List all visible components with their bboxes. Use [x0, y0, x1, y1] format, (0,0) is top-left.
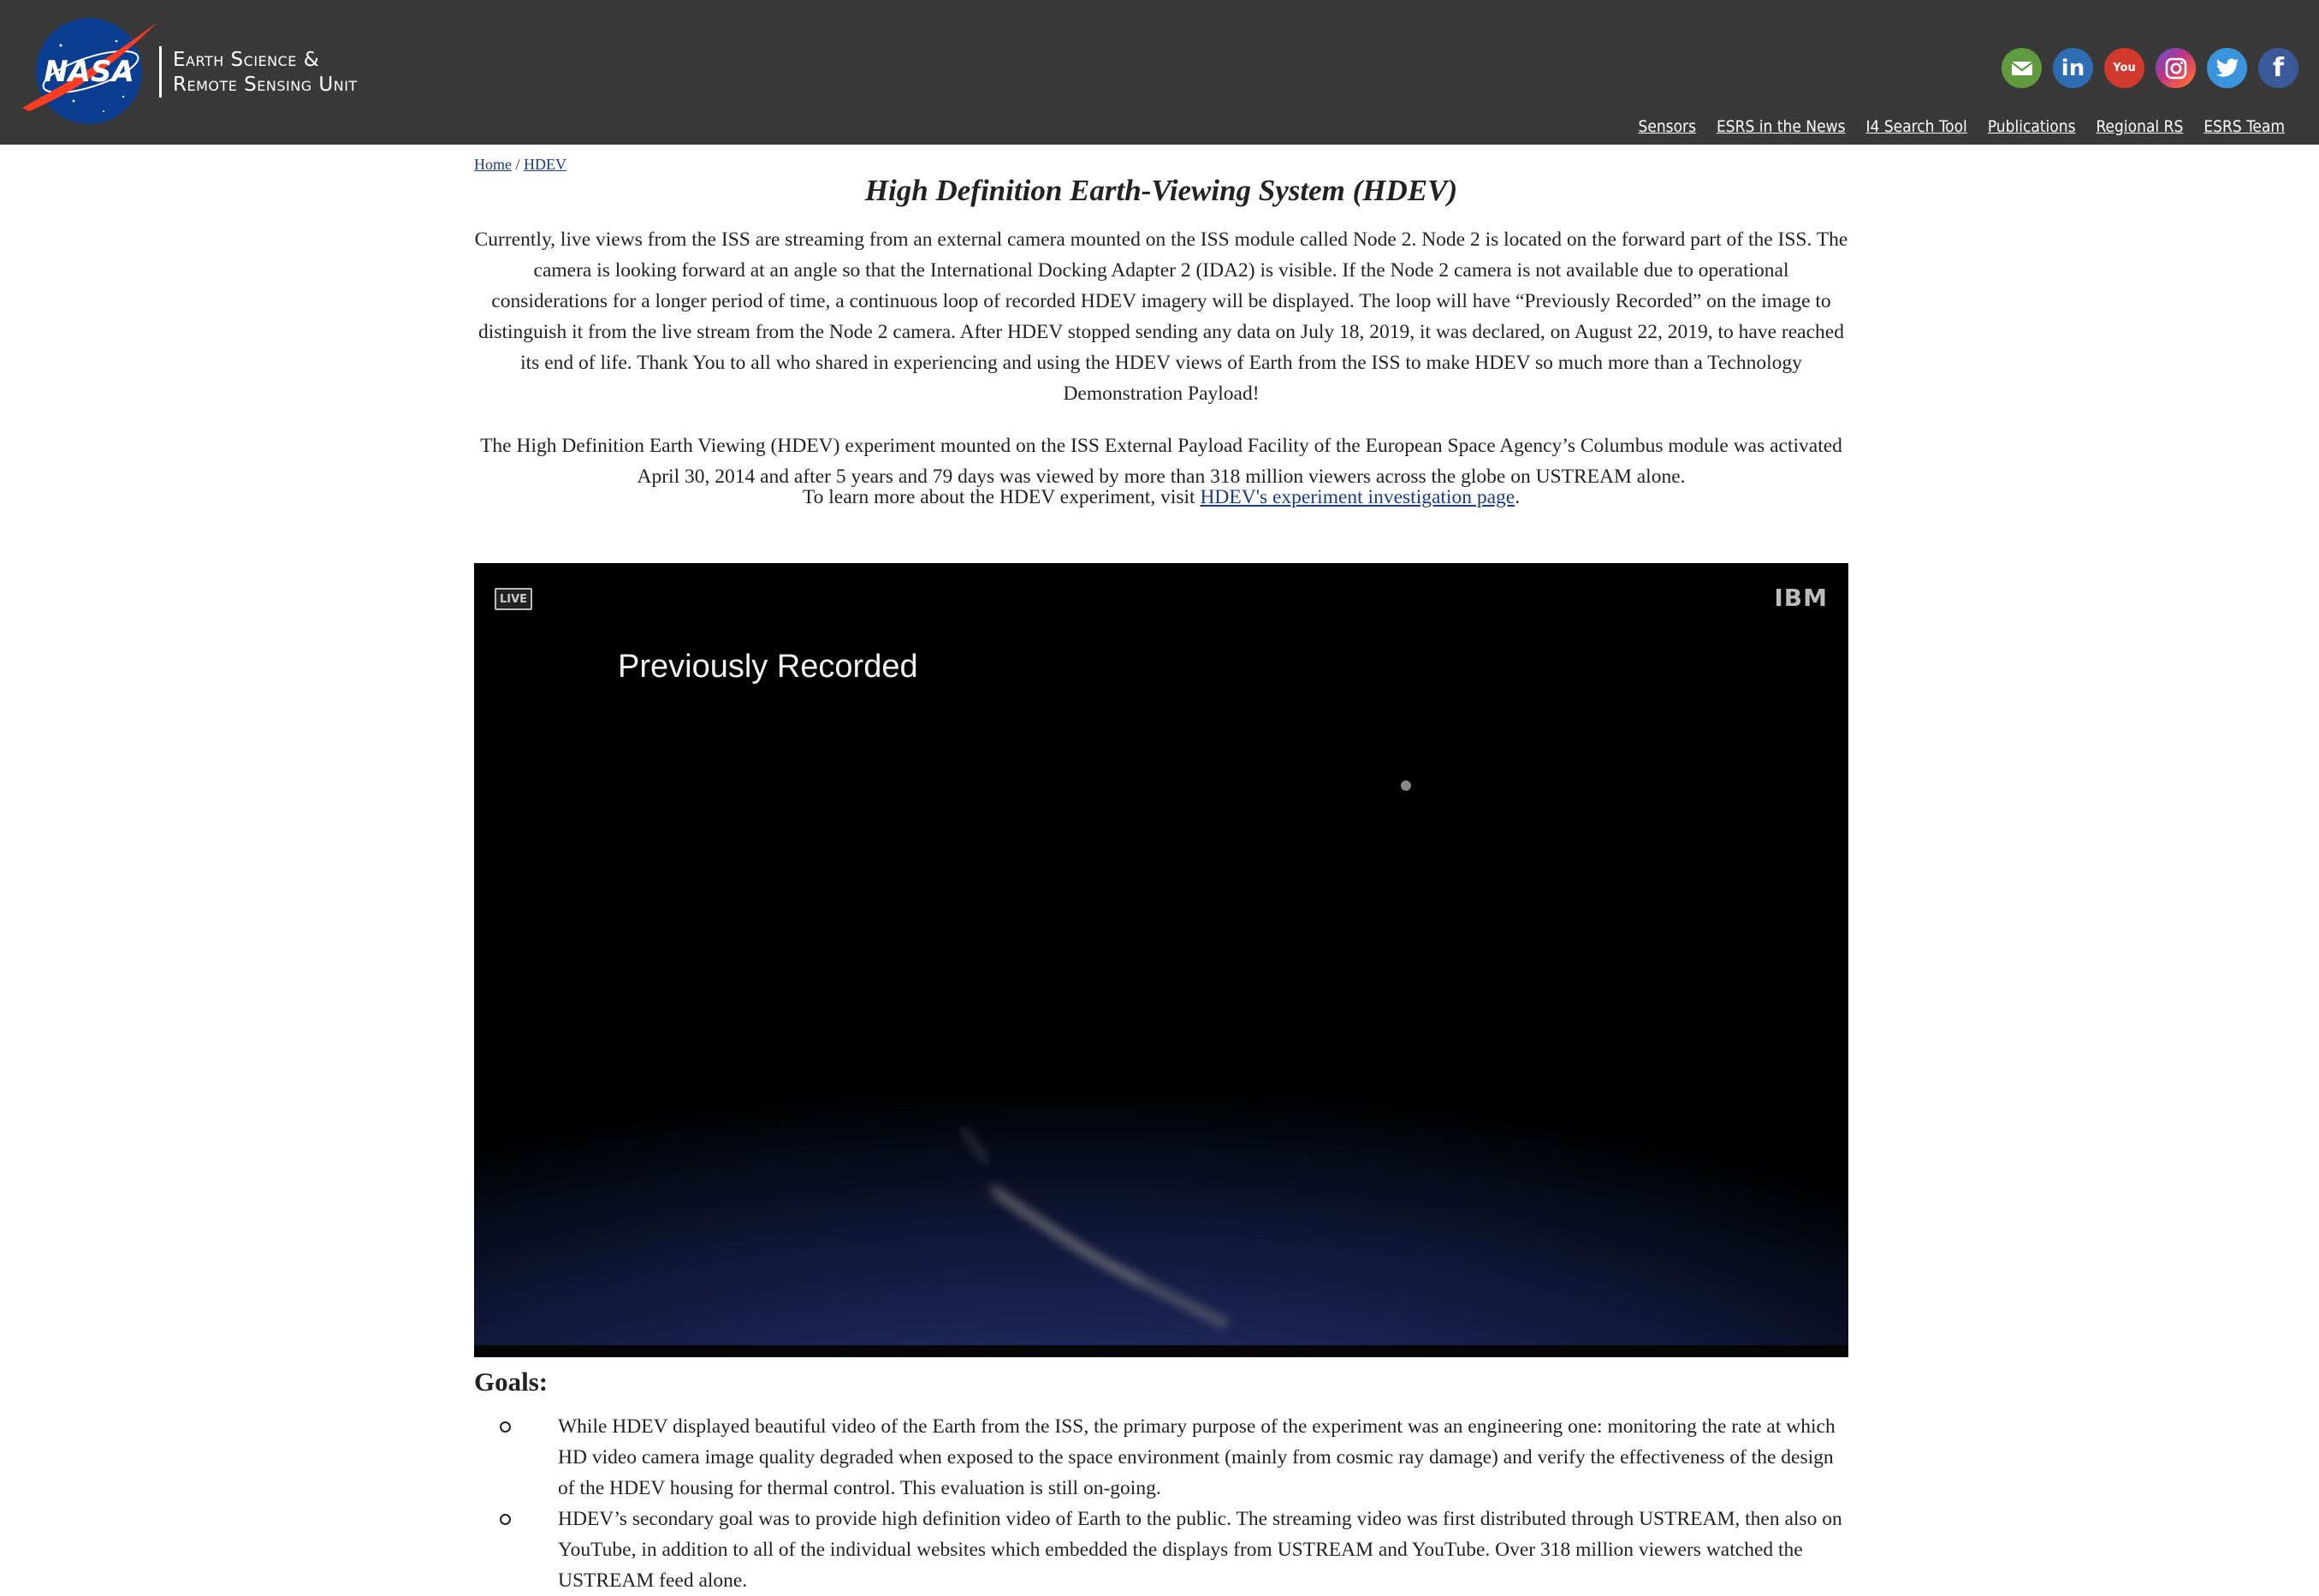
bullet-icon	[500, 1421, 511, 1433]
breadcrumb-home[interactable]: Home	[474, 156, 512, 173]
nav-sensors[interactable]: Sensors	[1638, 117, 1696, 136]
goal-text: While HDEV displayed beautiful video of …	[558, 1415, 1836, 1499]
unit-name: Earth Science & Remote Sensing Unit	[173, 48, 358, 98]
nasa-logo-icon: NASA	[22, 18, 157, 124]
moon-dot	[1401, 780, 1411, 791]
unit-name-line2: Remote Sensing Unit	[173, 74, 358, 96]
goal-item: While HDEV displayed beautiful video of …	[474, 1411, 1848, 1504]
youtube-icon[interactable]: You	[2104, 48, 2144, 88]
ibm-logo: IBM	[1774, 584, 1828, 612]
page-title: High Definition Earth-Viewing System (HD…	[864, 174, 1458, 207]
logo-divider	[159, 46, 162, 98]
nav-regional-rs[interactable]: Regional RS	[2097, 117, 2184, 136]
nav-esrs-in-the-news[interactable]: ESRS in the News	[1717, 117, 1846, 136]
nav-esrs-team[interactable]: ESRS Team	[2203, 117, 2285, 136]
video-player[interactable]: LIVE IBM Previously Recorded	[474, 563, 1848, 1357]
instagram-icon[interactable]	[2156, 48, 2196, 88]
twitter-icon[interactable]	[2207, 48, 2247, 88]
bullet-icon	[500, 1514, 511, 1525]
site-header: NASA Earth Science & Remote Sensing Unit…	[0, 0, 2319, 145]
investigation-page-link[interactable]: HDEV's experiment investigation page	[1200, 486, 1515, 508]
goals-heading: Goals:	[474, 1367, 549, 1397]
learn-more-paragraph: To learn more about the HDEV experiment,…	[474, 482, 1848, 513]
video-bottom-bar	[474, 1345, 1848, 1357]
goal-item: HDEV’s secondary goal was to provide hig…	[474, 1504, 1848, 1596]
learn-more-suffix: .	[1515, 486, 1521, 508]
nasa-wordmark: NASA	[44, 55, 134, 89]
breadcrumb: Home / HDEV	[474, 156, 566, 174]
goals-list: While HDEV displayed beautiful video of …	[474, 1411, 1848, 1596]
goal-text: HDEV’s secondary goal was to provide hig…	[558, 1508, 1842, 1592]
social-links: in You f	[2002, 48, 2298, 89]
unit-name-line1: Earth Science &	[173, 49, 320, 71]
nav-publications[interactable]: Publications	[1988, 117, 2076, 136]
live-badge: LIVE	[495, 588, 532, 610]
linkedin-icon[interactable]: in	[2053, 48, 2093, 88]
previously-recorded-label: Previously Recorded	[618, 649, 918, 685]
breadcrumb-current[interactable]: HDEV	[524, 156, 566, 173]
intro-paragraph: Currently, live views from the ISS are s…	[474, 228, 1848, 405]
learn-more-text: To learn more about the HDEV experiment,…	[802, 486, 1201, 508]
nav-i4-search-tool[interactable]: I4 Search Tool	[1865, 117, 1966, 136]
facebook-icon[interactable]: f	[2258, 48, 2298, 88]
site-logo[interactable]: NASA Earth Science & Remote Sensing Unit	[22, 15, 382, 127]
email-icon[interactable]	[2002, 48, 2042, 88]
breadcrumb-separator: /	[515, 156, 520, 173]
main-nav: Sensors ESRS in the News I4 Search Tool …	[1638, 117, 2285, 136]
